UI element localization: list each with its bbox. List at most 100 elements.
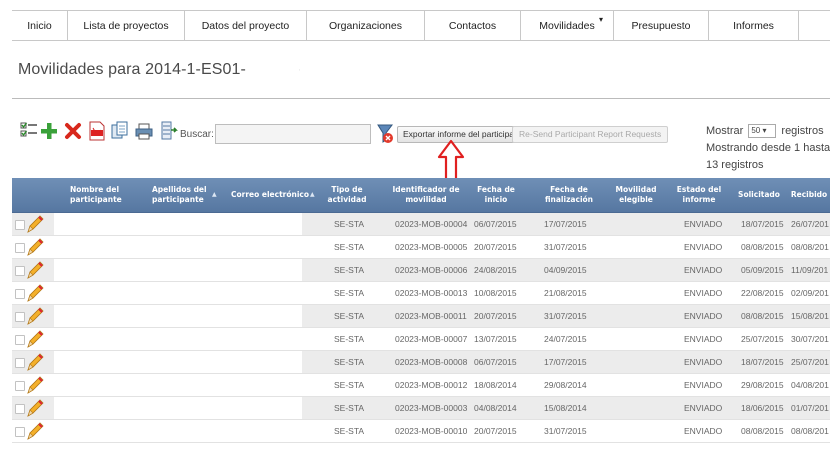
table-row: SE-STA 02023-MOB-00008 06/07/2015 17/07/… [12, 351, 830, 374]
col-correo[interactable]: Correo electrónico [225, 178, 315, 212]
table-row: SE-STA 02023-MOB-00013 10/08/2015 21/08/… [12, 282, 830, 305]
edit-pencil-icon[interactable] [25, 214, 45, 234]
cell-tipo: SE-STA [334, 311, 365, 321]
nav-label: Informes [733, 19, 774, 32]
col-nombre[interactable]: Nombre del participante [70, 178, 130, 212]
cell-estado: ENVIADO [684, 219, 723, 229]
col-label: Fecha de inicio [477, 185, 515, 204]
nav-contactos[interactable]: Contactos [425, 11, 521, 40]
cell-recibido: 25/07/201 [791, 357, 829, 367]
nav-movilidades[interactable]: Movilidades ▾ [521, 11, 614, 40]
cell-recibido: 01/07/201 [791, 403, 829, 413]
cell-solicitado: 18/07/2015 [741, 219, 784, 229]
col-estado[interactable]: Estado del informe [674, 178, 724, 212]
cell-fin: 29/08/2014 [544, 380, 587, 390]
redaction-mask [247, 58, 299, 80]
print-icon[interactable] [135, 121, 153, 141]
col-solicitado[interactable]: Solicitado [734, 178, 784, 212]
cell-estado: ENVIADO [684, 311, 723, 321]
edit-pencil-icon[interactable] [25, 421, 45, 441]
cell-identificador: 02023-MOB-00007 [395, 334, 468, 344]
col-recibido[interactable]: Recibido [789, 178, 829, 212]
export-excel-icon[interactable] [160, 121, 178, 141]
nav-lista-proyectos[interactable]: Lista de proyectos [68, 11, 185, 40]
table-row: SE-STA 02023-MOB-00010 20/07/2015 31/07/… [12, 420, 830, 443]
nav-inicio[interactable]: Inicio [12, 11, 68, 40]
caret-down-icon: ▾ [598, 15, 603, 24]
row-checkbox[interactable] [15, 243, 25, 253]
row-checkbox[interactable] [15, 358, 25, 368]
row-checkbox[interactable] [15, 381, 25, 391]
cell-estado: ENVIADO [684, 242, 723, 252]
nav-informes[interactable]: Informes [709, 11, 799, 40]
redacted-name-cells [54, 374, 302, 396]
col-tipo[interactable]: Tipo de actividad [322, 178, 372, 212]
cell-inicio: 20/07/2015 [474, 426, 517, 436]
nav-label: Presupuesto [631, 19, 691, 32]
table-row: SE-STA 02023-MOB-00005 20/07/2015 31/07/… [12, 236, 830, 259]
cell-estado: ENVIADO [684, 265, 723, 275]
cell-inicio: 10/08/2015 [474, 288, 517, 298]
page-length-select[interactable]: 50 ▾ [748, 124, 777, 138]
table-header: Nombre del participante Apellidos del pa… [12, 178, 830, 213]
col-inicio[interactable]: Fecha de inicio [467, 178, 525, 212]
edit-pencil-icon[interactable] [25, 398, 45, 418]
cell-identificador: 02023-MOB-00011 [395, 311, 467, 321]
edit-pencil-icon[interactable] [25, 237, 45, 257]
select-all-icon[interactable] [20, 121, 38, 141]
row-checkbox[interactable] [15, 312, 25, 322]
redacted-name-cells [54, 397, 302, 419]
col-label: Recibido [790, 190, 828, 199]
row-checkbox[interactable] [15, 289, 25, 299]
cell-tipo: SE-STA [334, 288, 365, 298]
edit-pencil-icon[interactable] [25, 260, 45, 280]
cell-fin: 31/07/2015 [544, 311, 587, 321]
col-identificador[interactable]: Identificador de movilidad [390, 178, 462, 212]
row-checkbox[interactable] [15, 427, 25, 437]
cell-solicitado: 18/06/2015 [741, 403, 784, 413]
cell-inicio: 06/07/2015 [474, 219, 517, 229]
copy-icon[interactable] [111, 121, 129, 141]
row-checkbox[interactable] [15, 220, 25, 230]
nav-datos-proyecto[interactable]: Datos del proyecto [185, 11, 307, 40]
row-checkbox[interactable] [15, 335, 25, 345]
col-elegible[interactable]: Movilidad elegible [606, 178, 666, 212]
edit-pencil-icon[interactable] [25, 283, 45, 303]
edit-pencil-icon[interactable] [25, 329, 45, 349]
edit-pencil-icon[interactable] [25, 375, 45, 395]
cell-inicio: 24/08/2015 [474, 265, 517, 275]
nav-organizaciones[interactable]: Organizaciones [307, 11, 425, 40]
resend-requests-button: Re-Send Participant Report Requests [512, 126, 669, 143]
edit-pencil-icon[interactable] [25, 306, 45, 326]
cell-fin: 15/08/2014 [544, 403, 587, 413]
col-apellidos[interactable]: Apellidos del participante [152, 178, 212, 212]
search-label: Buscar: [180, 129, 214, 140]
delete-icon[interactable] [64, 121, 82, 141]
row-checkbox[interactable] [15, 404, 25, 414]
cell-solicitado: 05/09/2015 [741, 265, 784, 275]
cell-identificador: 02023-MOB-00010 [395, 426, 468, 436]
edit-pencil-icon[interactable] [25, 352, 45, 372]
pdf-icon[interactable] [88, 121, 106, 141]
nav-presupuesto[interactable]: Presupuesto [614, 11, 709, 40]
search-input[interactable] [215, 124, 371, 144]
cell-fin: 17/07/2015 [544, 219, 587, 229]
cell-tipo: SE-STA [334, 242, 365, 252]
cell-recibido: 26/07/201 [791, 219, 829, 229]
cell-identificador: 02023-MOB-00005 [395, 242, 468, 252]
cell-solicitado: 25/07/2015 [741, 334, 784, 344]
cell-estado: ENVIADO [684, 426, 723, 436]
cell-tipo: SE-STA [334, 357, 365, 367]
cell-recibido: 08/08/201 [791, 242, 829, 252]
show-suffix: registros [781, 124, 824, 137]
cell-recibido: 02/09/201 [791, 288, 829, 298]
col-fin[interactable]: Fecha de finalización [537, 178, 601, 212]
add-icon[interactable] [40, 121, 58, 141]
table-row: SE-STA 02023-MOB-00003 04/08/2014 15/08/… [12, 397, 830, 420]
mobilities-table: Nombre del participante Apellidos del pa… [12, 178, 830, 443]
col-label: Fecha de finalización [544, 185, 594, 204]
cell-tipo: SE-STA [334, 265, 365, 275]
row-checkbox[interactable] [15, 266, 25, 276]
cell-solicitado: 08/08/2015 [741, 426, 784, 436]
export-report-icon[interactable] [376, 123, 394, 145]
